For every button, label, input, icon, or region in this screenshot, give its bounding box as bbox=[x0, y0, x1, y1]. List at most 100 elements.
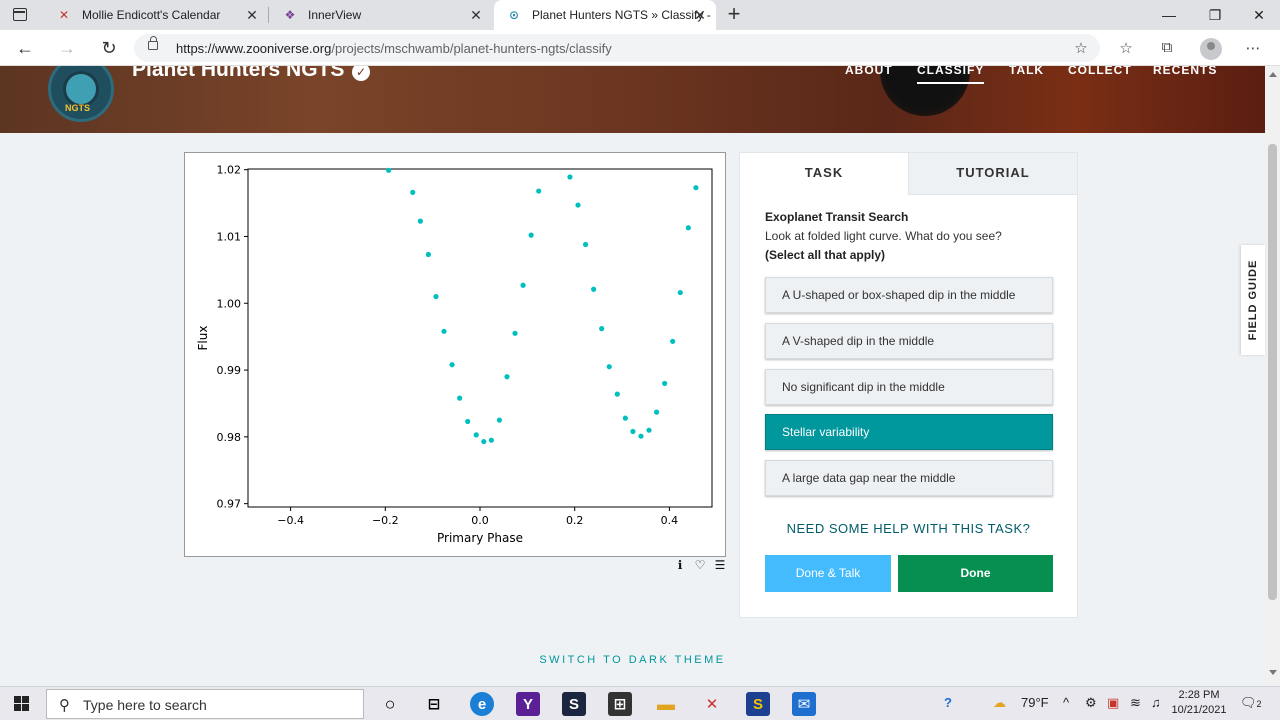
data-point bbox=[567, 174, 573, 180]
tab-tutorial[interactable]: TUTORIAL bbox=[908, 153, 1077, 195]
nav-about[interactable]: ABOUT bbox=[845, 66, 893, 77]
back-button[interactable]: ← bbox=[12, 36, 38, 60]
data-point bbox=[622, 415, 628, 421]
page-scrollbar[interactable] bbox=[1265, 66, 1280, 686]
app-schoology-icon[interactable]: S bbox=[746, 692, 770, 716]
logo-text: NGTS bbox=[65, 103, 91, 113]
light-curve-plot: −0.4 −0.2 0.0 0.2 0.4 0.97 0.98 0.99 1.00 1.01 1.0… bbox=[196, 164, 713, 545]
data-point bbox=[457, 395, 463, 401]
data-point bbox=[410, 189, 416, 195]
tab-title: Planet Hunters NGTS » Classify - bbox=[532, 8, 711, 22]
project-title[interactable]: Planet Hunters NGTS bbox=[132, 66, 344, 82]
answer-stellar-variability[interactable]: Stellar variability bbox=[765, 414, 1053, 450]
data-point bbox=[606, 364, 612, 370]
project-logo[interactable]: NGTS bbox=[48, 66, 114, 122]
address-bar[interactable]: https://www.zooniverse.org/projects/msch… bbox=[134, 34, 1100, 62]
taskbar-search[interactable]: ⚲ Type here to search bbox=[46, 689, 364, 719]
answer-v-shaped-dip[interactable]: A V-shaped dip in the middle bbox=[765, 323, 1053, 359]
scroll-down-icon[interactable] bbox=[1269, 670, 1277, 675]
data-point bbox=[465, 418, 471, 425]
close-tab-icon[interactable]: ✕ bbox=[468, 7, 484, 23]
nav-talk[interactable]: TALK bbox=[1009, 66, 1044, 77]
app-s-icon[interactable]: S bbox=[562, 692, 586, 716]
scroll-up-icon[interactable] bbox=[1269, 72, 1277, 77]
refresh-button[interactable]: ↻ bbox=[96, 36, 122, 60]
scrollbar-thumb[interactable] bbox=[1268, 144, 1277, 600]
light-curve-viewer[interactable]: −0.4 −0.2 0.0 0.2 0.4 0.97 0.98 0.99 1.00 1.01 1.0… bbox=[184, 152, 726, 557]
edge-browser-icon[interactable]: e bbox=[470, 692, 494, 716]
plot-ticks: −0.4 −0.2 0.0 0.2 0.4 0.97 0.98 0.99 1.00 1.01 1.0… bbox=[217, 164, 679, 527]
close-tab-icon[interactable]: ✕ bbox=[244, 7, 260, 23]
profile-avatar[interactable] bbox=[1200, 38, 1222, 60]
data-point bbox=[693, 185, 699, 191]
weather-icon: ☁ bbox=[993, 695, 1006, 710]
field-guide-label: FIELD GUIDE bbox=[1247, 259, 1259, 341]
task-panel: TASK TUTORIAL Exoplanet Transit Search L… bbox=[739, 152, 1078, 618]
store-icon[interactable]: ⊞ bbox=[608, 692, 632, 716]
more-menu-icon[interactable]: ⋯ bbox=[1242, 39, 1264, 57]
browser-tab-innerview[interactable]: ❖ InnerView ✕ bbox=[270, 0, 492, 30]
close-window-button[interactable]: ✕ bbox=[1236, 0, 1280, 30]
switch-dark-theme-link[interactable]: SWITCH TO DARK THEME bbox=[0, 654, 1265, 666]
data-point bbox=[630, 428, 636, 435]
windows-start-icon[interactable] bbox=[14, 696, 30, 712]
data-point bbox=[481, 438, 487, 445]
add-favorite-icon[interactable]: ☆ bbox=[1070, 39, 1092, 57]
x-tick-label: 0.2 bbox=[566, 514, 584, 527]
security-tray-icon[interactable]: ▣ bbox=[1107, 695, 1119, 711]
done-and-talk-button[interactable]: Done & Talk bbox=[765, 555, 891, 592]
notification-center-icon[interactable]: 🗨2 bbox=[1240, 695, 1262, 711]
collection-list-icon[interactable]: ☰ bbox=[713, 558, 727, 572]
answer-data-gap[interactable]: A large data gap near the middle bbox=[765, 460, 1053, 496]
field-guide-tab[interactable]: FIELD GUIDE bbox=[1241, 245, 1265, 355]
nav-collect[interactable]: COLLECT bbox=[1068, 66, 1132, 77]
favorite-heart-icon[interactable]: ♡ bbox=[693, 558, 707, 572]
new-tab-button[interactable]: + bbox=[722, 3, 746, 27]
data-point bbox=[685, 225, 691, 231]
data-point bbox=[536, 188, 542, 194]
help-tray-icon[interactable]: ? bbox=[944, 695, 952, 710]
y-tick-label: 1.01 bbox=[217, 230, 242, 243]
collections-icon[interactable]: ⧉ bbox=[1156, 39, 1178, 56]
minimize-button[interactable]: — bbox=[1146, 0, 1192, 30]
taskbar-clock[interactable]: 2:28 PM 10/21/2021 bbox=[1168, 688, 1230, 718]
task-view-icon[interactable]: ⊟ bbox=[422, 692, 446, 716]
calendar-x-app-icon[interactable]: ✕ bbox=[700, 692, 724, 716]
answer-u-shaped-dip[interactable]: A U-shaped or box-shaped dip in the midd… bbox=[765, 277, 1053, 313]
window-menu-icon[interactable] bbox=[13, 8, 27, 21]
help-link[interactable]: NEED SOME HELP WITH THIS TASK? bbox=[740, 521, 1077, 536]
file-explorer-icon[interactable]: ▬ bbox=[654, 692, 678, 716]
yahoo-icon[interactable]: Y bbox=[516, 692, 540, 716]
data-point bbox=[441, 328, 447, 334]
data-point bbox=[417, 218, 423, 224]
mail-icon[interactable]: ✉ bbox=[792, 692, 816, 716]
answer-no-dip[interactable]: No significant dip in the middle bbox=[765, 369, 1053, 405]
x-tick-label: 0.4 bbox=[661, 514, 679, 527]
nav-classify[interactable]: CLASSIFY bbox=[917, 66, 985, 84]
restore-button[interactable]: ❐ bbox=[1192, 0, 1238, 30]
favorites-icon[interactable]: ☆ bbox=[1115, 39, 1137, 57]
y-tick-label: 1.02 bbox=[217, 164, 242, 177]
show-hidden-icons-icon[interactable]: ^ bbox=[1063, 695, 1069, 710]
clock-time: 2:28 PM bbox=[1178, 689, 1220, 701]
volume-icon[interactable]: ♫ bbox=[1151, 695, 1161, 710]
wifi-icon[interactable]: ≋ bbox=[1130, 695, 1141, 711]
task-note: (Select all that apply) bbox=[765, 248, 886, 262]
cortana-icon[interactable]: ○ bbox=[378, 692, 402, 716]
done-button[interactable]: Done bbox=[898, 555, 1053, 592]
browser-tab-strip: ✕ Mollie Endicott's Calendar ✕ ❖ InnerVi… bbox=[0, 0, 1280, 30]
forward-button[interactable]: → bbox=[54, 36, 80, 60]
task-question: Look at folded light curve. What do you … bbox=[765, 229, 1002, 243]
close-tab-icon[interactable]: ✕ bbox=[692, 7, 708, 23]
nav-recents[interactable]: RECENTS bbox=[1153, 66, 1217, 77]
meet-now-icon[interactable]: ⚙ bbox=[1085, 695, 1097, 711]
lock-icon bbox=[148, 36, 158, 50]
weather-temp[interactable]: 79°F bbox=[1021, 695, 1049, 710]
innerview-icon: ❖ bbox=[284, 8, 296, 22]
y-tick-label: 0.97 bbox=[217, 498, 242, 511]
browser-tab-calendar[interactable]: ✕ Mollie Endicott's Calendar ✕ bbox=[44, 0, 268, 30]
info-icon[interactable]: ℹ bbox=[673, 558, 687, 572]
browser-tab-planet-hunters[interactable]: ⊙ Planet Hunters NGTS » Classify - ✕ bbox=[494, 0, 716, 30]
task-title: Exoplanet Transit Search bbox=[765, 210, 909, 224]
tab-task[interactable]: TASK bbox=[740, 153, 908, 195]
